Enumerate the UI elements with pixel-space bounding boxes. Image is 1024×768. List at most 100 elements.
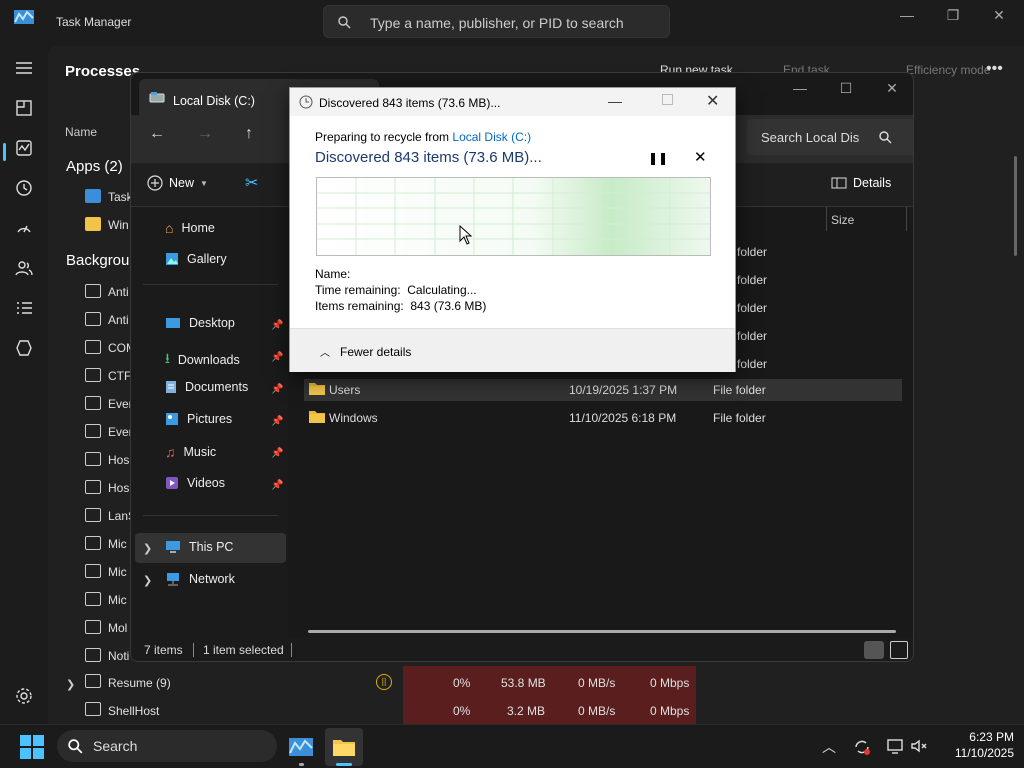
taskbar-file-explorer[interactable] bbox=[325, 728, 363, 766]
maximize-button[interactable]: ☐ bbox=[823, 73, 869, 103]
process-name[interactable]: Mic bbox=[108, 593, 127, 607]
minimize-button[interactable]: — bbox=[884, 0, 930, 30]
close-button[interactable]: ✕ bbox=[869, 73, 913, 103]
pin-icon[interactable]: 📌 bbox=[271, 384, 283, 395]
close-button[interactable]: ✕ bbox=[706, 91, 719, 111]
nav-item-music[interactable]: ♫ Music bbox=[165, 444, 216, 460]
process-name[interactable]: Mol bbox=[108, 621, 127, 635]
nav-item-desktop[interactable]: Desktop bbox=[165, 316, 235, 330]
expand-chevron-icon[interactable]: ❯ bbox=[143, 574, 152, 587]
start-windows-icon[interactable] bbox=[20, 735, 44, 759]
details-icon[interactable] bbox=[14, 298, 34, 318]
pin-icon[interactable]: 📌 bbox=[271, 352, 283, 363]
app-window-icon bbox=[85, 424, 101, 438]
forward-arrow-icon[interactable]: → bbox=[197, 125, 213, 143]
efficiency-mode-button[interactable]: Efficiency mode bbox=[906, 63, 991, 77]
maximize-button[interactable] bbox=[662, 94, 673, 105]
nav-item-this-pc[interactable]: This PC bbox=[165, 540, 233, 554]
process-name[interactable]: Anti bbox=[108, 285, 129, 299]
cut-icon[interactable]: ✂ bbox=[245, 173, 258, 193]
pin-icon[interactable]: 📌 bbox=[271, 480, 283, 491]
fewer-details-button[interactable]: ︿ Fewer details bbox=[320, 344, 411, 360]
clock[interactable]: 6:23 PM 11/10/2025 bbox=[944, 730, 1014, 760]
maximize-button[interactable]: ❐ bbox=[930, 0, 976, 30]
process-name[interactable]: Anti bbox=[108, 313, 129, 327]
app-window-icon bbox=[85, 368, 101, 382]
nav-item-gallery[interactable]: Gallery bbox=[165, 252, 227, 266]
pin-icon[interactable]: 📌 bbox=[271, 320, 283, 331]
details-view-icon[interactable] bbox=[864, 641, 884, 659]
details-pane-button[interactable]: Details bbox=[831, 176, 891, 190]
explorer-search-input[interactable]: Search Local Dis bbox=[747, 119, 913, 155]
nav-item-documents[interactable]: Documents bbox=[165, 380, 248, 394]
drive-icon bbox=[149, 92, 165, 103]
scrollbar-thumb[interactable] bbox=[1014, 156, 1017, 256]
minimize-button[interactable]: — bbox=[608, 93, 622, 109]
nav-item-network[interactable]: Network bbox=[165, 572, 235, 586]
column-name-header[interactable]: Name bbox=[65, 125, 97, 139]
app-window-icon bbox=[85, 702, 101, 716]
column-size-header[interactable]: Size bbox=[831, 213, 854, 227]
memory-value: 3.2 MB bbox=[507, 704, 546, 718]
process-name[interactable]: CTF bbox=[108, 369, 131, 383]
app-history-icon[interactable] bbox=[14, 178, 34, 198]
nav-item-downloads[interactable]: ⭳ Downloads bbox=[165, 348, 240, 372]
nav-item-home[interactable]: ⌂ Home bbox=[165, 220, 215, 236]
pin-icon[interactable]: 📌 bbox=[271, 416, 283, 427]
pause-button[interactable]: ❚❚ bbox=[648, 151, 668, 165]
startup-apps-icon[interactable] bbox=[14, 218, 34, 238]
expand-chevron-icon[interactable]: ❯ bbox=[143, 542, 152, 555]
process-name[interactable]: Ever bbox=[108, 397, 133, 411]
more-options-icon[interactable]: ••• bbox=[986, 60, 1003, 78]
process-name[interactable]: ShellHost bbox=[108, 704, 159, 718]
nav-item-videos[interactable]: Videos bbox=[165, 476, 225, 490]
column-divider[interactable] bbox=[826, 207, 827, 231]
users-icon[interactable] bbox=[14, 258, 34, 278]
up-arrow-icon[interactable]: ↑ bbox=[245, 125, 253, 143]
process-name[interactable]: Mic bbox=[108, 565, 127, 579]
column-divider[interactable] bbox=[906, 207, 907, 231]
horizontal-scrollbar[interactable] bbox=[308, 630, 896, 633]
volume-muted-icon[interactable] bbox=[910, 737, 928, 755]
new-button[interactable]: New ▼ bbox=[147, 175, 208, 191]
tiles-view-icon[interactable] bbox=[890, 641, 908, 659]
process-name[interactable]: Noti bbox=[108, 649, 129, 663]
taskbar-task-manager[interactable] bbox=[282, 728, 320, 766]
expand-chevron-icon[interactable]: ❯ bbox=[66, 678, 75, 691]
process-name[interactable]: Hos bbox=[108, 481, 129, 495]
file-row[interactable]: Users 10/19/2025 1:37 PM File folder bbox=[306, 379, 902, 401]
process-name[interactable]: Task bbox=[108, 190, 133, 204]
file-type-partial: folder bbox=[737, 273, 768, 287]
file-type: File folder bbox=[713, 411, 766, 425]
name-label: Name: bbox=[315, 267, 351, 281]
sync-icon[interactable] bbox=[852, 737, 872, 757]
back-arrow-icon[interactable]: ← bbox=[149, 125, 165, 143]
selected-count: 1 item selected bbox=[203, 643, 284, 657]
minimize-button[interactable]: — bbox=[777, 73, 823, 103]
clock-icon bbox=[299, 95, 313, 109]
process-name[interactable]: Ever bbox=[108, 425, 133, 439]
process-name[interactable]: Hos bbox=[108, 453, 129, 467]
memory-value: 53.8 MB bbox=[501, 676, 546, 690]
settings-gear-icon[interactable] bbox=[14, 686, 34, 706]
source-link[interactable]: Local Disk (C:) bbox=[452, 130, 531, 144]
processes-icon[interactable] bbox=[14, 98, 34, 118]
nav-item-pictures[interactable]: Pictures bbox=[165, 412, 232, 426]
hamburger-menu-icon[interactable] bbox=[14, 58, 34, 78]
search-label: Search bbox=[93, 738, 138, 754]
process-name[interactable]: Win bbox=[108, 218, 129, 232]
process-name[interactable]: Resume (9) bbox=[108, 676, 171, 690]
search-input[interactable]: Type a name, publisher, or PID to search bbox=[323, 5, 670, 38]
file-row[interactable]: Windows 11/10/2025 6:18 PM File folder bbox=[306, 407, 902, 429]
chevron-up-icon[interactable]: ︿ bbox=[822, 737, 836, 757]
cancel-icon[interactable]: ✕ bbox=[694, 148, 707, 166]
process-name[interactable]: Mic bbox=[108, 537, 127, 551]
pin-icon[interactable]: 📌 bbox=[271, 448, 283, 459]
close-button[interactable]: ✕ bbox=[976, 0, 1022, 30]
dialog-footer: ︿ Fewer details bbox=[290, 328, 735, 372]
taskbar-search[interactable]: Search bbox=[57, 730, 277, 762]
services-icon[interactable] bbox=[14, 338, 34, 358]
background-section-header: Backgrou bbox=[66, 252, 130, 269]
performance-icon[interactable] bbox=[14, 138, 34, 158]
network-monitor-icon[interactable] bbox=[886, 737, 904, 755]
